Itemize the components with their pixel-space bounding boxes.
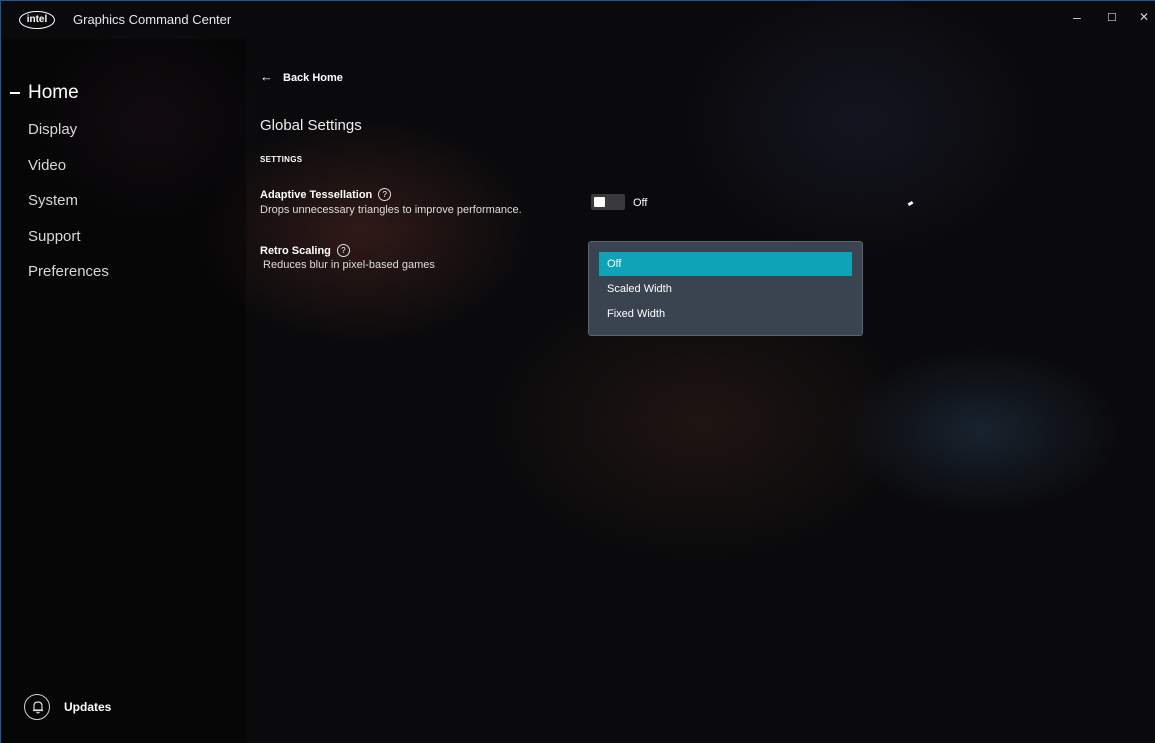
sidebar-item-preferences[interactable]: Preferences [28, 263, 109, 280]
sidebar-item-system[interactable]: System [28, 192, 78, 209]
back-arrow-icon: ← [260, 69, 273, 84]
title-bar: intel Graphics Command Center – ☐ ✕ [1, 1, 1155, 39]
back-home-label: Back Home [283, 72, 343, 84]
toggle-knob [594, 197, 605, 207]
dropdown-option-scaled-width[interactable]: Scaled Width [599, 277, 852, 301]
retro-scaling-dropdown[interactable]: Off Scaled Width Fixed Width [588, 241, 863, 336]
sidebar-item-display[interactable]: Display [28, 121, 77, 138]
help-icon[interactable]: ? [336, 244, 350, 257]
app-window: intel Graphics Command Center – ☐ ✕ Home… [0, 0, 1155, 743]
back-home-link[interactable]: ← Back Home [260, 69, 343, 84]
sidebar-item-video[interactable]: Video [28, 157, 66, 174]
close-button[interactable]: ✕ [1139, 10, 1149, 24]
maximize-button[interactable]: ☐ [1107, 11, 1117, 24]
minimize-button[interactable]: – [1073, 9, 1081, 25]
setting-title-text: Adaptive Tessellation [260, 189, 373, 201]
setting-desc-adaptive-tessellation: Drops unnecessary triangles to improve p… [260, 204, 522, 216]
help-icon[interactable]: ? [378, 188, 392, 201]
section-label: SETTINGS [260, 155, 303, 164]
setting-desc-retro-scaling: Reduces blur in pixel-based games [260, 259, 435, 271]
cursor-mark [907, 200, 914, 207]
page-title: Global Settings [260, 117, 362, 134]
active-indicator [10, 92, 20, 94]
sidebar: Home Display Video System Support Prefer… [2, 39, 246, 743]
toggle-state-label: Off [633, 197, 648, 209]
setting-title-adaptive-tessellation: Adaptive Tessellation? [260, 188, 392, 201]
dropdown-option-off[interactable]: Off [599, 252, 852, 276]
updates-label: Updates [64, 700, 112, 714]
sidebar-item-home[interactable]: Home [28, 82, 79, 104]
adaptive-tessellation-toggle[interactable] [591, 194, 625, 210]
intel-logo: intel [19, 11, 55, 29]
dropdown-option-fixed-width[interactable]: Fixed Width [599, 302, 852, 326]
setting-title-text: Retro Scaling [260, 245, 331, 257]
setting-title-retro-scaling: Retro Scaling? [260, 244, 350, 257]
app-title: Graphics Command Center [73, 12, 232, 27]
sidebar-item-support[interactable]: Support [28, 228, 81, 245]
bell-icon [24, 694, 50, 720]
